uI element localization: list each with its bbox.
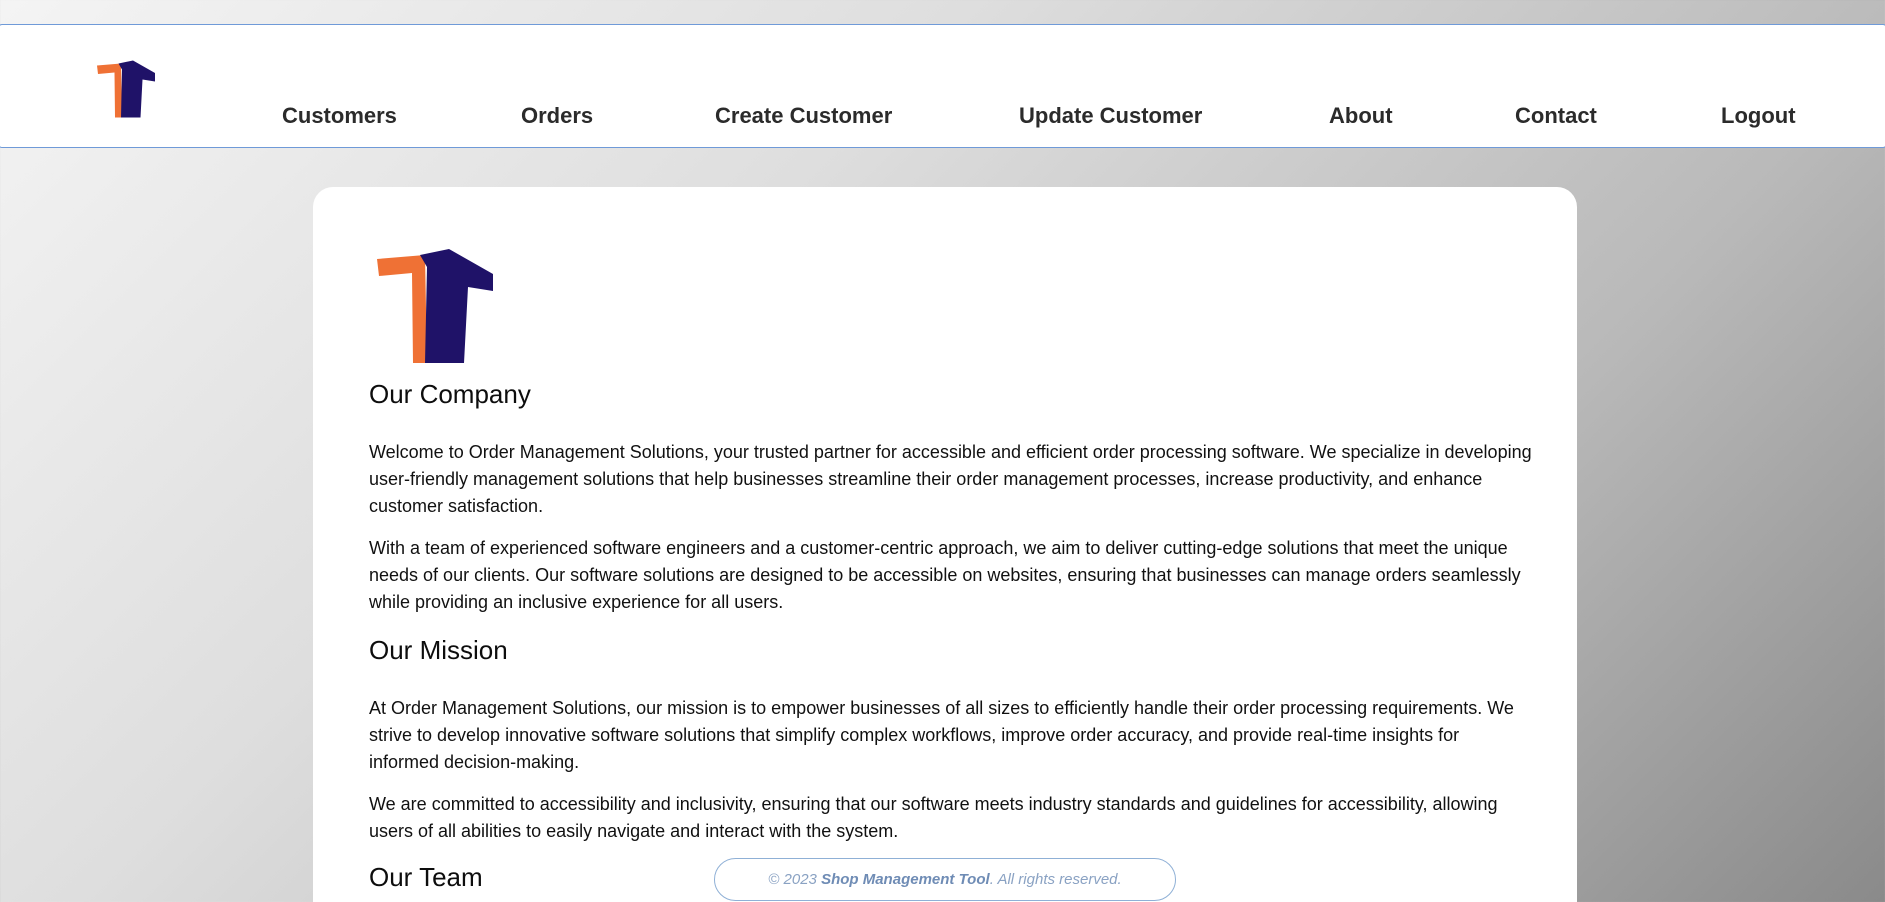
footer-copyright: © 2023 Shop Management Tool. All rights … [714,858,1176,901]
company-paragraph-1: Welcome to Order Management Solutions, y… [369,442,1532,516]
top-navbar: Customers Orders Create Customer Update … [0,24,1885,148]
footer-brand: Shop Management Tool [821,871,990,888]
mission-paragraph-2: We are committed to accessibility and in… [369,794,1498,841]
nav-link-logout[interactable]: Logout [1721,98,1796,134]
nav-link-contact[interactable]: Contact [1515,98,1597,134]
nav-link-customers[interactable]: Customers [282,98,397,134]
nav-link-create-customer[interactable]: Create Customer [715,98,892,134]
nav-link-update-customer[interactable]: Update Customer [1019,98,1202,134]
mission-paragraph-1: At Order Management Solutions, our missi… [369,698,1514,772]
mission-heading: Our Mission [369,635,508,665]
nav-link-about[interactable]: About [1329,98,1393,134]
t-logo-icon[interactable] [97,58,155,120]
footer-prefix: © 2023 [768,871,822,888]
about-card: Our Company Welcome to Order Management … [313,187,1577,902]
footer-suffix: . All rights reserved. [989,871,1122,888]
nav-link-orders[interactable]: Orders [521,98,593,134]
company-heading: Our Company [369,379,531,409]
team-heading: Our Team [369,862,483,892]
company-logo-icon [377,249,493,363]
company-paragraph-2: With a team of experienced software engi… [369,538,1521,612]
